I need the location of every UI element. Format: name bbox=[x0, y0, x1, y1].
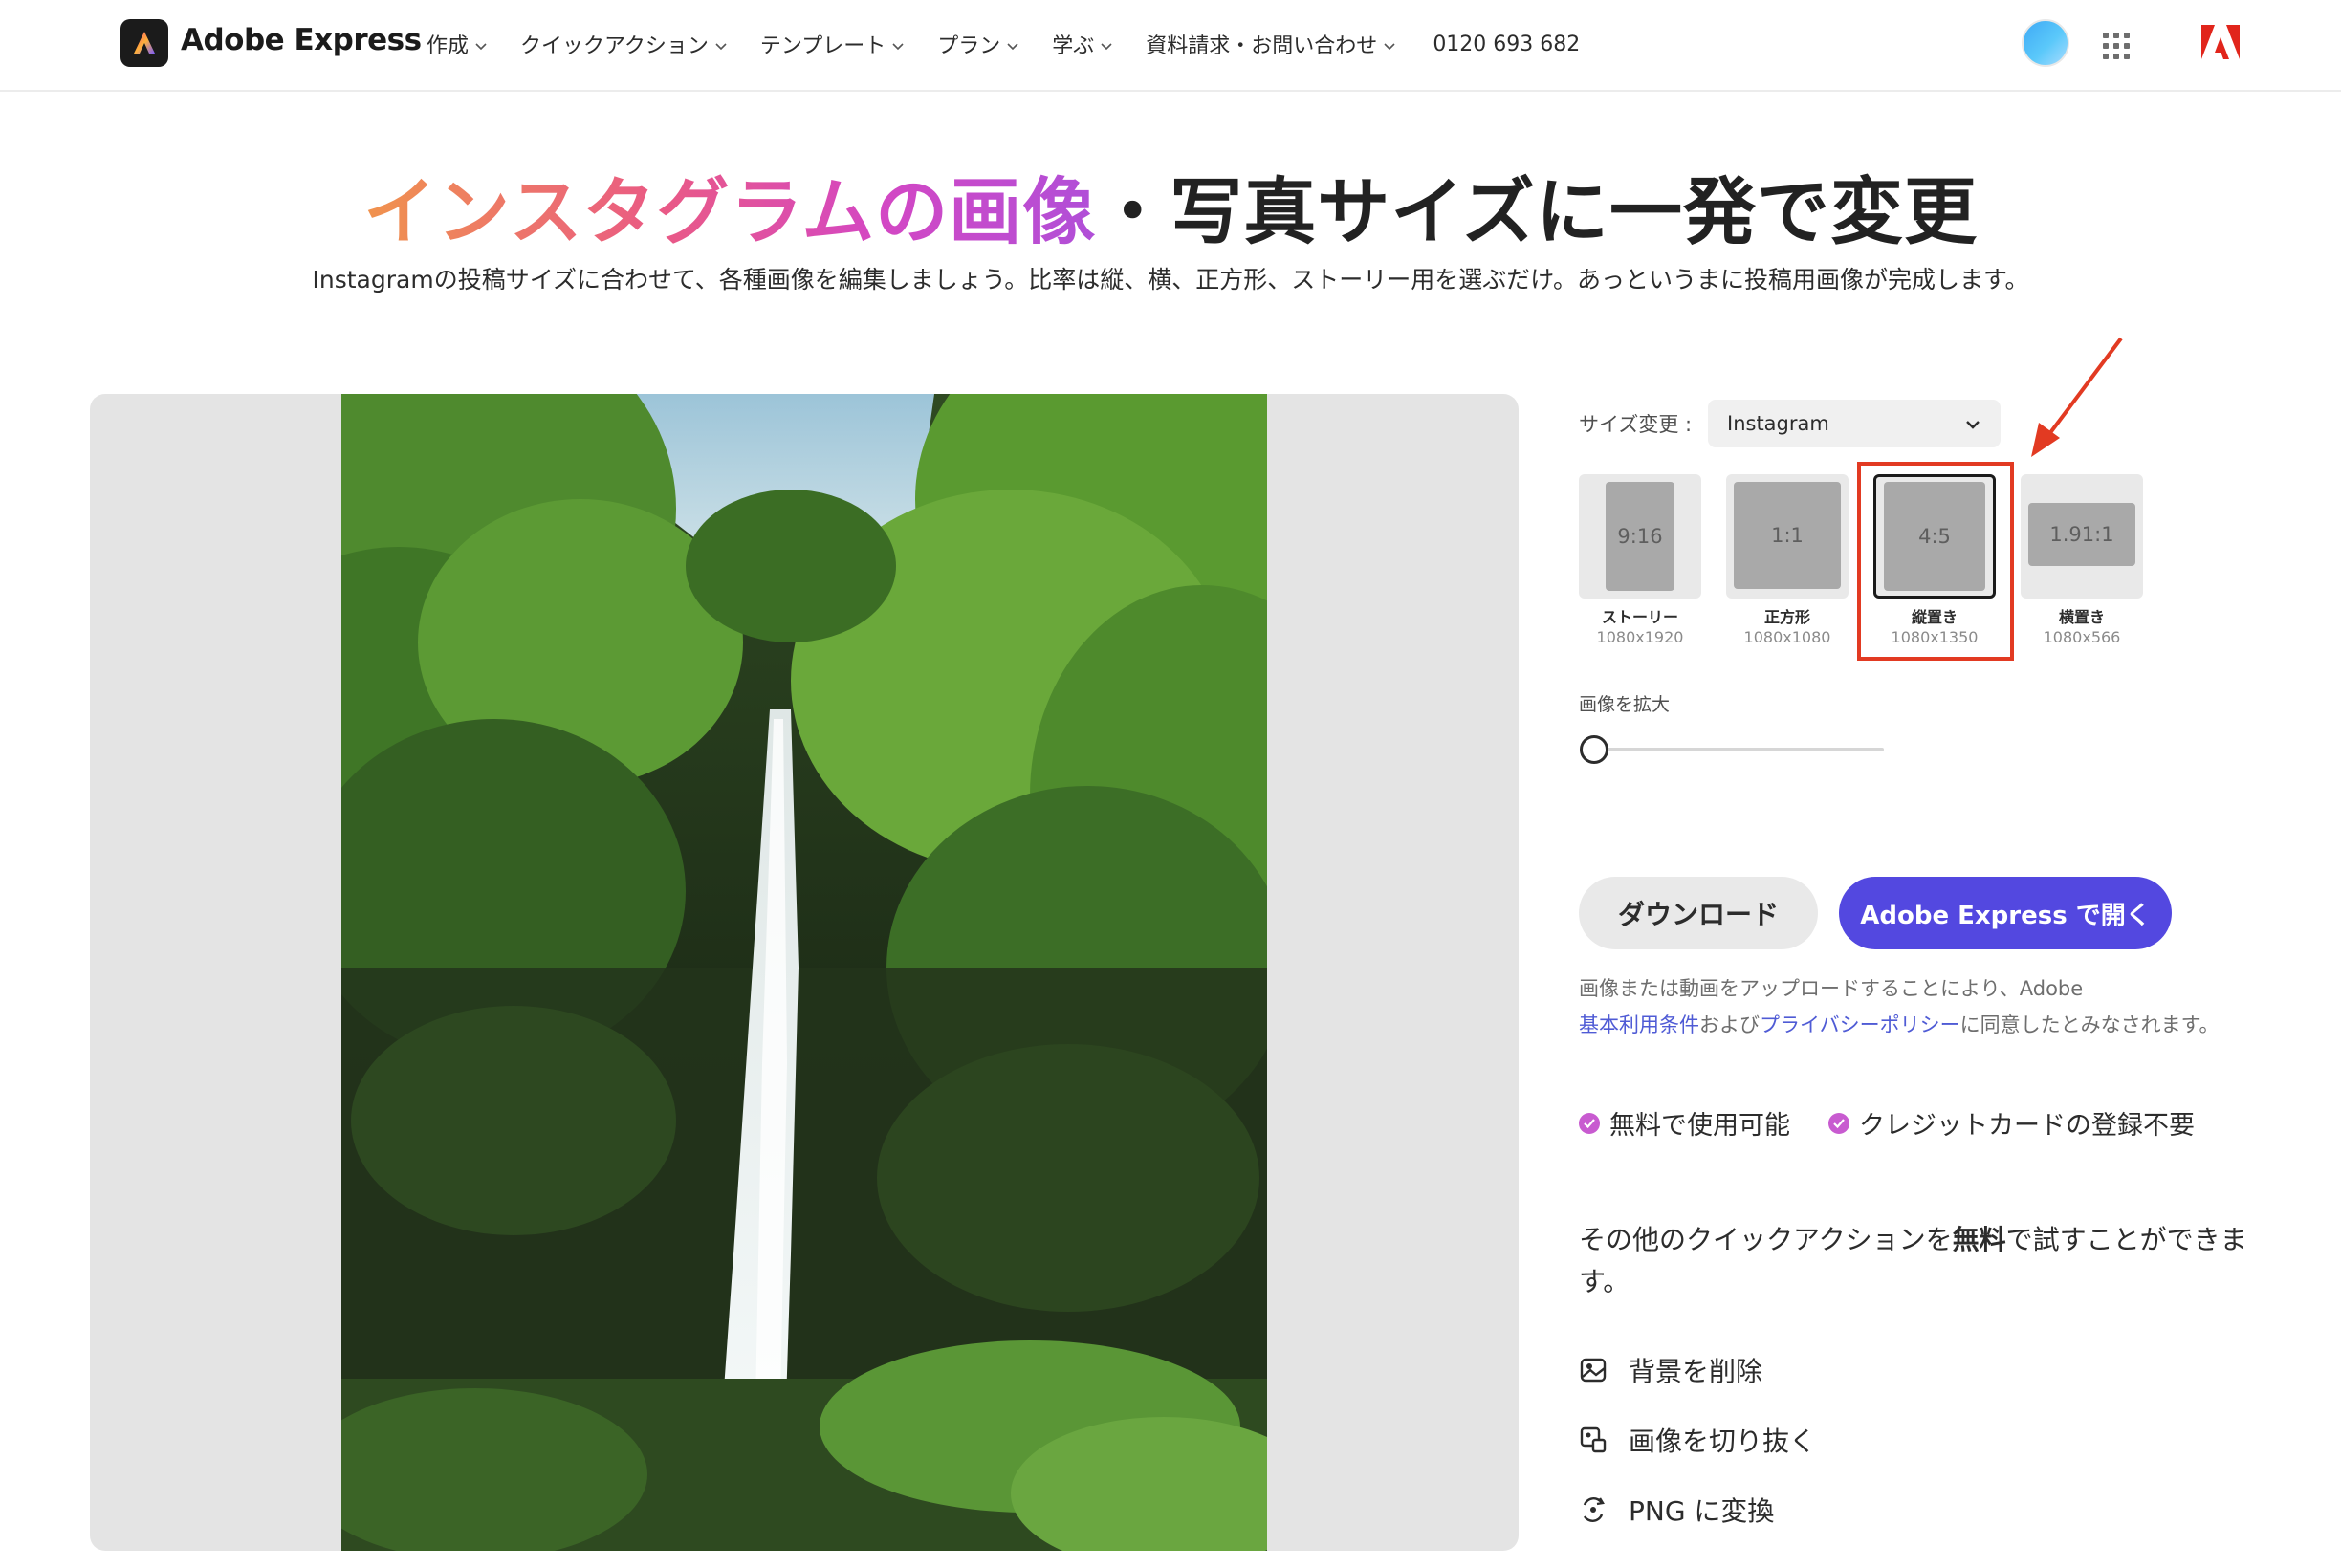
nav-item-label: 作成 bbox=[427, 34, 470, 58]
nav-item-label: 資料請求・お問い合わせ bbox=[1146, 34, 1378, 58]
quick-action-remove-background[interactable]: 背景を削除 bbox=[1579, 1351, 1762, 1389]
nav-item-templates[interactable]: テンプレート bbox=[760, 29, 905, 59]
zoom-slider-thumb[interactable] bbox=[1580, 735, 1608, 764]
benefit-item: クレジットカードの登録不要 bbox=[1828, 1104, 2195, 1142]
legal-notice: 画像または動画をアップロードすることにより、Adobe 基本利用条件およびプライバ… bbox=[1579, 970, 2267, 1043]
nav-menu: 作成 クイックアクション テンプレート プラン 学ぶ 資料請求・お問い合わせ 0… bbox=[427, 29, 1580, 59]
remove-background-icon bbox=[1580, 1358, 1607, 1383]
nav-item-learn[interactable]: 学ぶ bbox=[1052, 29, 1113, 59]
page-title-highlight: インスタグラムの画像 bbox=[363, 169, 1097, 254]
download-button[interactable]: ダウンロード bbox=[1579, 877, 1818, 949]
legal-text: 画像または動画をアップロードすることにより、Adobe bbox=[1579, 977, 2084, 1000]
top-nav: Adobe Express 作成 クイックアクション テンプレート プラン 学ぶ… bbox=[0, 0, 2341, 92]
zoom-slider-track[interactable] bbox=[1595, 748, 1884, 751]
adobe-logo-icon[interactable] bbox=[2201, 25, 2240, 63]
quick-action-crop-image[interactable]: 画像を切り抜く bbox=[1579, 1421, 1816, 1459]
quick-action-label: 画像を切り抜く bbox=[1629, 1426, 1817, 1457]
nav-item-contact[interactable]: 資料請求・お問い合わせ bbox=[1146, 29, 1396, 59]
nav-item-label: クイックアクション bbox=[520, 34, 709, 58]
page-title: インスタグラムの画像・写真サイズに一発で変更 bbox=[0, 153, 2341, 258]
ratio-dims: 1080x566 bbox=[2043, 628, 2121, 646]
image-preview bbox=[90, 394, 1519, 1551]
nav-item-label: テンプレート bbox=[759, 34, 886, 58]
nav-item-quick-actions[interactable]: クイックアクション bbox=[520, 29, 728, 59]
nav-item-label: 学ぶ bbox=[1052, 34, 1095, 58]
chevron-down-icon bbox=[1100, 33, 1113, 56]
brand-name[interactable]: Adobe Express bbox=[181, 23, 422, 57]
adobe-express-logo-icon[interactable] bbox=[120, 19, 168, 67]
benefits: 無料で使用可能 クレジットカードの登録不要 bbox=[1579, 1104, 2233, 1142]
chevron-down-icon bbox=[1006, 33, 1019, 56]
zoom-label: 画像を拡大 bbox=[1579, 694, 1671, 715]
app-switcher-icon[interactable] bbox=[2103, 33, 2130, 59]
chevron-down-icon bbox=[714, 33, 728, 56]
benefit-label: クレジットカードの登録不要 bbox=[1859, 1111, 2195, 1141]
ratio-option-landscape[interactable]: 1.91:1 bbox=[2021, 474, 2143, 599]
ratio-name: 正方形 bbox=[1763, 608, 1810, 626]
avatar[interactable] bbox=[2022, 19, 2069, 67]
ratio-option-square[interactable]: 1:1 bbox=[1726, 474, 1849, 599]
crop-image-icon bbox=[1580, 1426, 1607, 1453]
annotation-highlight-box bbox=[1857, 462, 2014, 661]
heading-text: その他のクイックアクションを bbox=[1579, 1224, 1953, 1255]
legal-text: および bbox=[1699, 1013, 1760, 1036]
annotation-arrow-icon bbox=[2018, 335, 2133, 463]
quick-action-convert-png[interactable]: PNG に変換 bbox=[1579, 1491, 1774, 1529]
ratio-label: 9:16 bbox=[1606, 482, 1674, 591]
ratio-label: 1.91:1 bbox=[2028, 503, 2135, 566]
heading-bold: 無料 bbox=[1952, 1224, 2006, 1255]
nav-item-create[interactable]: 作成 bbox=[427, 29, 488, 59]
quick-action-label: PNG に変換 bbox=[1629, 1495, 1775, 1527]
ratio-label: 1:1 bbox=[1734, 482, 1841, 589]
chevron-down-icon bbox=[891, 33, 905, 56]
waterfall-photo bbox=[341, 394, 1267, 1551]
resize-label: サイズ変更 : bbox=[1579, 413, 1693, 436]
resize-select-value: Instagram bbox=[1727, 412, 1829, 435]
terms-link[interactable]: 基本利用条件 bbox=[1579, 1013, 1699, 1036]
nav-item-plans[interactable]: プラン bbox=[937, 29, 1019, 59]
ratio-name: ストーリー bbox=[1601, 608, 1678, 626]
nav-item-label: プラン bbox=[937, 34, 1001, 58]
benefit-label: 無料で使用可能 bbox=[1609, 1111, 1790, 1141]
convert-png-icon bbox=[1583, 1497, 1605, 1522]
legal-text: に同意したとみなされます。 bbox=[1959, 1013, 2220, 1036]
open-in-express-button[interactable]: Adobe Express で開く bbox=[1839, 877, 2172, 949]
more-quick-actions-heading: その他のクイックアクションを無料で試すことができます。 bbox=[1579, 1219, 2286, 1303]
page-subtitle: Instagramの投稿サイズに合わせて、各種画像を編集しましょう。比率は縦、横… bbox=[312, 266, 2029, 294]
ratio-dims: 1080x1080 bbox=[1743, 628, 1831, 646]
ratio-name: 横置き bbox=[2058, 608, 2105, 626]
chevron-down-icon bbox=[474, 33, 488, 56]
quick-action-label: 背景を削除 bbox=[1629, 1356, 1763, 1387]
privacy-link[interactable]: プライバシーポリシー bbox=[1760, 1013, 1960, 1036]
chevron-down-icon bbox=[1383, 33, 1396, 56]
checkmark-icon bbox=[1579, 1112, 1600, 1134]
ratio-option-story[interactable]: 9:16 bbox=[1579, 474, 1701, 599]
ratio-dims: 1080x1920 bbox=[1596, 628, 1684, 646]
checkmark-icon bbox=[1828, 1112, 1849, 1134]
page-title-rest: ・写真サイズに一発で変更 bbox=[1096, 169, 1978, 254]
resize-select[interactable]: Instagram bbox=[1708, 400, 2001, 447]
chevron-down-icon bbox=[1964, 412, 1981, 435]
benefit-item: 無料で使用可能 bbox=[1579, 1104, 1790, 1142]
nav-phone-number[interactable]: 0120 693 682 bbox=[1433, 33, 1580, 56]
